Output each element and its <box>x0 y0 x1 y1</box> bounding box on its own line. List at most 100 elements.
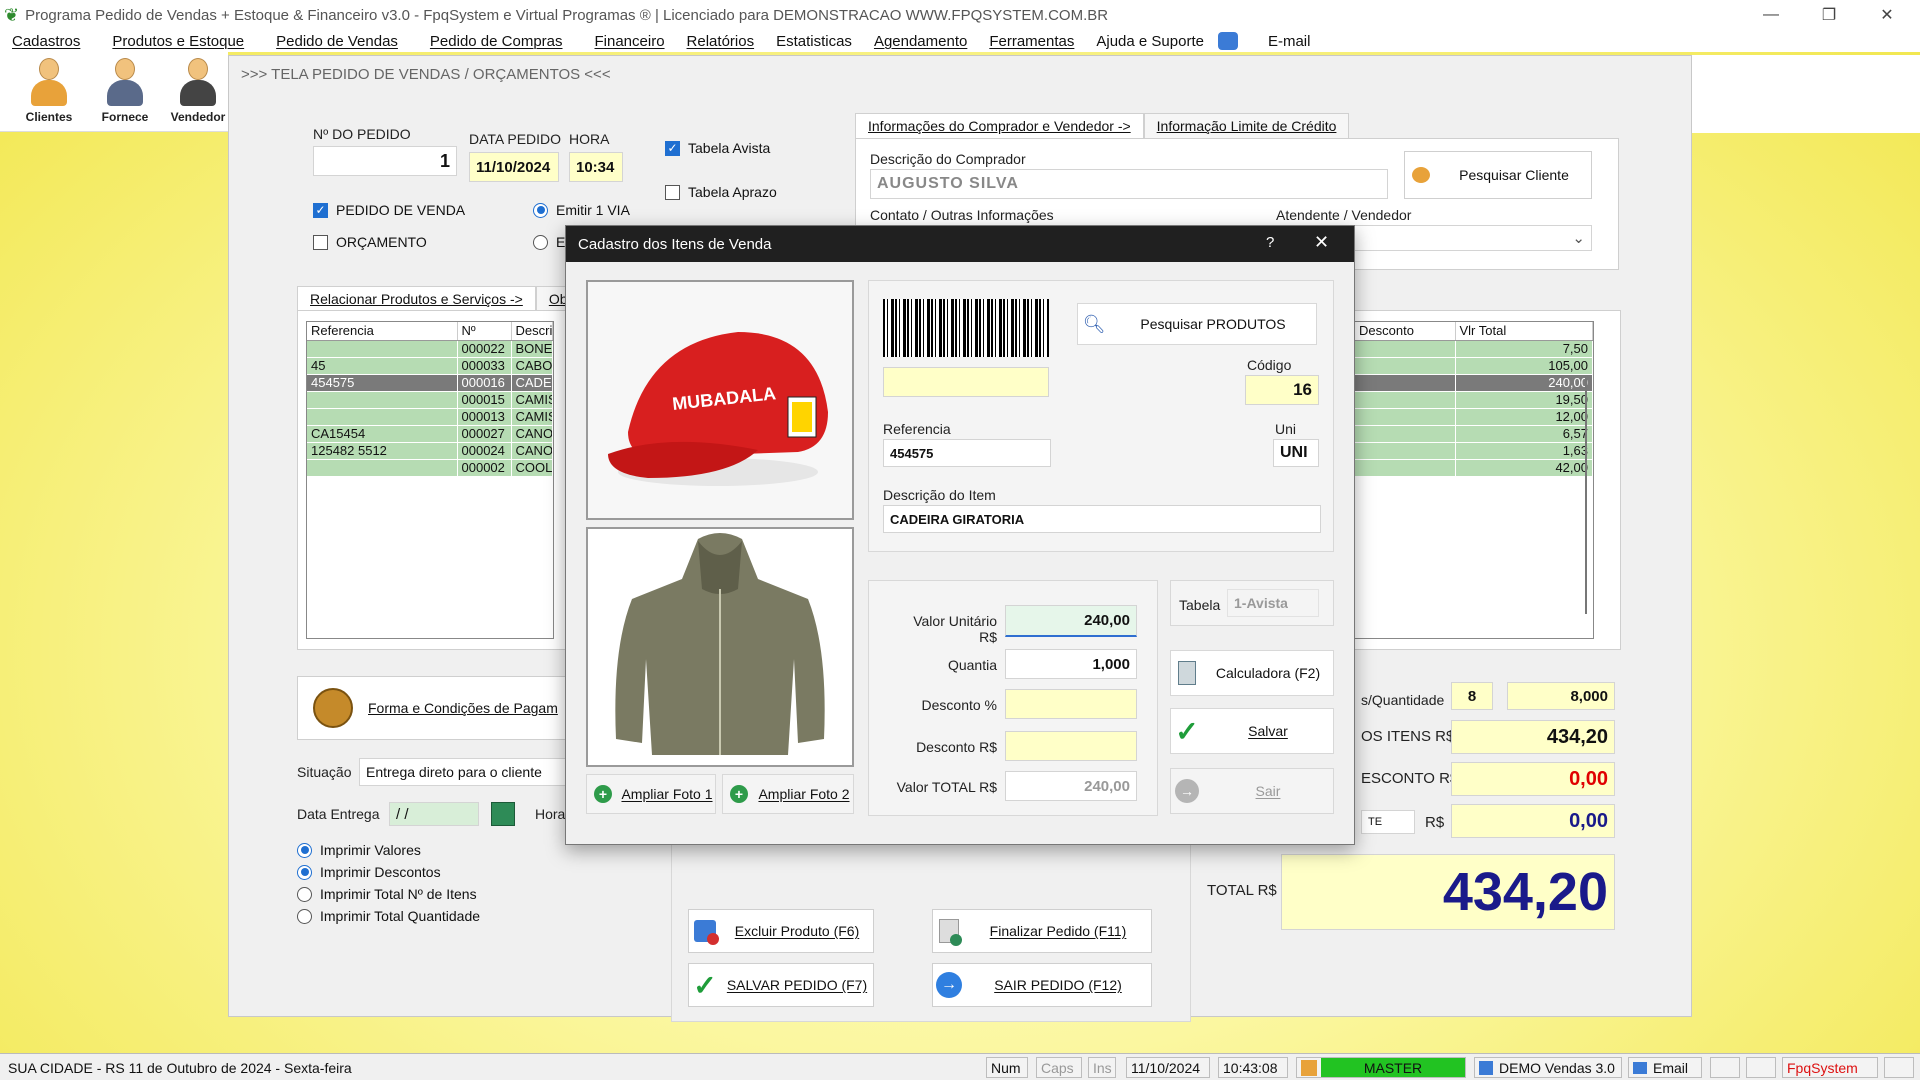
close-window-button[interactable]: ✕ <box>1858 0 1916 30</box>
table-cell: 125482 5512 <box>307 442 458 460</box>
table-row[interactable]: 6,57 <box>1355 425 1593 443</box>
items-grid-right: Desconto Vlr Total 7,50 105,00 240,00 19,50 1… <box>1354 321 1594 639</box>
table-row[interactable]: 42,00 <box>1355 459 1593 477</box>
imprimir-total-itens-radio[interactable]: Imprimir Total Nº de Itens <box>297 886 480 902</box>
table-row[interactable]: 12,00 <box>1355 408 1593 426</box>
status-email[interactable]: Email <box>1628 1057 1702 1078</box>
excluir-produto-button[interactable]: Excluir Produto (F6) <box>688 909 874 953</box>
arrow-right-circle-icon: → <box>1171 779 1203 803</box>
table-row[interactable]: 000013CAMIS <box>307 408 553 426</box>
unidade-field[interactable]: UNI <box>1273 439 1319 467</box>
menu-pedido-vendas[interactable]: Pedido de Vendas <box>276 33 408 50</box>
menu-relatorios[interactable]: Relatórios <box>687 33 765 50</box>
table-row[interactable]: 7,50 <box>1355 340 1593 358</box>
table-cell <box>307 340 458 358</box>
table-cell: CADE <box>511 374 553 392</box>
ampliar-foto2-button[interactable]: + Ampliar Foto 2 <box>722 774 854 814</box>
menu-pedido-compras[interactable]: Pedido de Compras <box>430 33 573 50</box>
imprimir-total-quantidade-radio[interactable]: Imprimir Total Quantidade <box>297 908 480 924</box>
desconto-pct-field[interactable] <box>1005 689 1137 719</box>
action-buttons-area: Excluir Produto (F6) Finalizar Pedido (F… <box>671 836 1191 1022</box>
comprador-field[interactable]: AUGUSTO SILVA <box>870 169 1388 199</box>
table-row[interactable]: 19,50 <box>1355 391 1593 409</box>
table-row[interactable]: CA15454 000027 CANO <box>307 425 553 443</box>
tab-relacionar-produtos[interactable]: Relacionar Produtos e Serviços -> <box>297 286 536 311</box>
arrow-right-circle-icon: → <box>933 972 965 998</box>
menu-produtos-estoque[interactable]: Produtos e Estoque <box>112 33 254 50</box>
emitir-1via-radio[interactable]: Emitir 1 VIA <box>533 202 630 218</box>
chevron-down-icon: ⌄ <box>1572 230 1585 247</box>
hora-field[interactable]: 10:34 <box>569 152 623 182</box>
menu-ferramentas[interactable]: Ferramentas <box>989 33 1084 50</box>
settings-icon[interactable] <box>1884 1057 1914 1078</box>
qtd-total-field: 8,000 <box>1507 682 1615 710</box>
restore-button[interactable]: ❐ <box>1800 0 1858 30</box>
fornece-button[interactable]: Fornece <box>88 56 162 130</box>
calculadora-button[interactable]: Calculadora (F2) <box>1170 650 1334 696</box>
menu-email[interactable]: E-mail <box>1268 33 1321 50</box>
vendedor-button[interactable]: Vendedor <box>161 56 235 130</box>
data-entrega-field[interactable]: / / <box>389 802 479 826</box>
table-row[interactable]: 454575 000016 CADE <box>307 374 553 392</box>
sair-item-button[interactable]: → Sair <box>1170 768 1334 814</box>
forma-pagamento-button[interactable]: Forma e Condições de Pagam <box>297 676 597 740</box>
pedido-venda-check[interactable]: ✓ PEDIDO DE VENDA <box>313 202 465 218</box>
salvar-item-button[interactable]: ✓ Salvar <box>1170 708 1334 754</box>
menu-agendamento[interactable]: Agendamento <box>874 33 977 50</box>
imprimir-descontos-radio[interactable]: Imprimir Descontos <box>297 864 480 880</box>
situacao-field[interactable]: Entrega direto para o cliente <box>359 758 589 786</box>
close-dialog-button[interactable]: ✕ <box>1314 232 1329 253</box>
photo-2 <box>586 527 854 767</box>
table-row[interactable]: 000002COOLE <box>307 459 553 477</box>
orcamento-check[interactable]: ORÇAMENTO <box>313 234 427 250</box>
table-row[interactable]: 000022 BONE <box>307 340 553 358</box>
referencia-field[interactable]: 454575 <box>883 439 1051 467</box>
coin-icon <box>298 688 368 728</box>
support-icon[interactable] <box>1217 32 1238 50</box>
menu-cadastros[interactable]: Cadastros <box>12 33 90 50</box>
table-cell: COOLE <box>511 459 553 477</box>
codigo-field[interactable]: 16 <box>1245 375 1319 405</box>
descricao-field[interactable]: CADEIRA GIRATORIA <box>883 505 1321 533</box>
table-row[interactable]: 1,63 <box>1355 442 1593 460</box>
monitor-icon[interactable] <box>1746 1057 1776 1078</box>
tabela-avista-check[interactable]: ✓ Tabela Avista <box>665 140 770 156</box>
barcode-field[interactable] <box>883 367 1049 397</box>
buyer-tabs: Informações do Comprador e Vendedor -> I… <box>855 113 1350 138</box>
calendar-icon[interactable] <box>491 802 515 826</box>
finalize-icon <box>933 919 965 946</box>
total-itens-field: 434,20 <box>1451 720 1615 754</box>
tabela-aprazo-check[interactable]: Tabela Aprazo <box>665 184 777 200</box>
salvar-pedido-button[interactable]: ✓ SALVAR PEDIDO (F7) <box>688 963 874 1007</box>
menu-estatisticas[interactable]: Estatisticas <box>776 33 862 50</box>
desconto-rs-field[interactable] <box>1005 731 1137 761</box>
data-pedido-field[interactable]: 11/10/2024 <box>469 152 559 182</box>
table-row[interactable]: 105,00 <box>1355 357 1593 375</box>
sair-pedido-button[interactable]: → SAIR PEDIDO (F12) <box>932 963 1152 1007</box>
numero-pedido-field[interactable]: 1 <box>313 146 457 176</box>
checkmark-icon: ✓ <box>1175 715 1199 747</box>
table-row[interactable]: 125482 5512 000024 CANO <box>307 442 553 460</box>
grid-scrollbar[interactable] <box>1585 378 1587 614</box>
menu-financeiro[interactable]: Financeiro <box>595 33 675 50</box>
imprimir-valores-radio[interactable]: Imprimir Valores <box>297 842 480 858</box>
minimize-button[interactable]: — <box>1742 0 1800 30</box>
quantia-field[interactable]: 1,000 <box>1005 649 1137 679</box>
tab-comprador-vendedor[interactable]: Informações do Comprador e Vendedor -> <box>855 113 1144 138</box>
valor-unitario-field[interactable]: 240,00 <box>1005 605 1137 637</box>
help-button[interactable]: ? <box>1266 234 1274 251</box>
tab-limite-credito[interactable]: Informação Limite de Crédito <box>1143 113 1350 138</box>
table-row[interactable]: 240,00 <box>1355 374 1593 392</box>
printer-icon[interactable] <box>1710 1057 1740 1078</box>
pesquisar-cliente-button[interactable]: Pesquisar Cliente <box>1404 151 1592 199</box>
menu-ajuda-suporte[interactable]: Ajuda e Suporte <box>1096 33 1214 50</box>
ampliar-foto1-button[interactable]: + Ampliar Foto 1 <box>586 774 716 814</box>
table-row[interactable]: 000015CAMIS <box>307 391 553 409</box>
table-cell: 000015 <box>457 391 512 409</box>
status-bar: SUA CIDADE - RS 11 de Outubro de 2024 - … <box>0 1053 1920 1080</box>
finalizar-pedido-button[interactable]: Finalizar Pedido (F11) <box>932 909 1152 953</box>
table-row[interactable]: 45 000033 CABO <box>307 357 553 375</box>
pesquisar-produtos-button[interactable]: 🔍︎ Pesquisar PRODUTOS <box>1077 303 1317 345</box>
items-tabs: Relacionar Produtos e Serviços -> Obs <box>297 286 588 311</box>
clientes-button[interactable]: Clientes <box>12 56 86 130</box>
